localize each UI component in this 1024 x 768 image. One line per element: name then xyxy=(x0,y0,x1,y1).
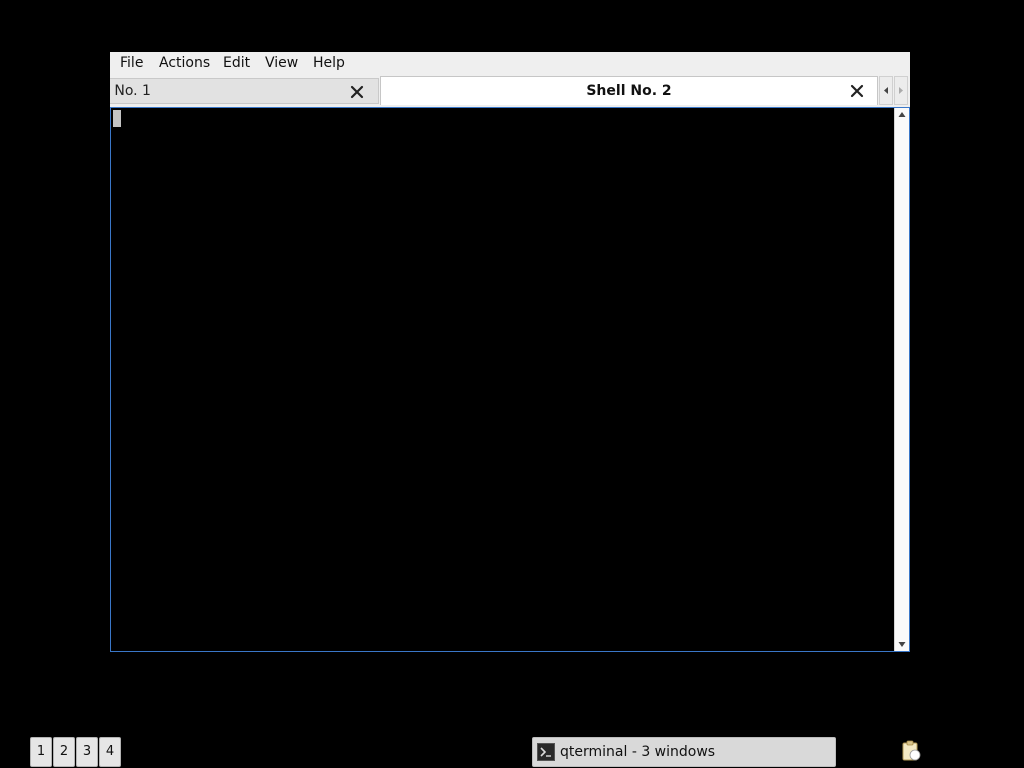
close-icon[interactable] xyxy=(850,84,864,98)
vertical-scrollbar[interactable] xyxy=(894,108,909,651)
desktop-4-button[interactable]: 4 xyxy=(99,737,121,767)
desktop-2-button[interactable]: 2 xyxy=(53,737,75,767)
tab-scroll-right-button[interactable] xyxy=(894,76,908,105)
taskbar-button-label: qterminal - 3 windows xyxy=(560,744,716,760)
terminal-icon xyxy=(537,743,555,761)
menu-edit[interactable]: Edit xyxy=(223,55,250,71)
tab-scroll-left-button[interactable] xyxy=(879,76,893,105)
tab-shell-1[interactable]: l No. 1 xyxy=(110,78,379,104)
desktop-background: File Actions Edit View Help l No. 1 Shel… xyxy=(0,0,1024,768)
text-cursor xyxy=(113,110,121,127)
close-icon[interactable] xyxy=(350,85,364,99)
menu-bar: File Actions Edit View Help xyxy=(110,52,910,74)
terminal-area[interactable] xyxy=(110,107,910,652)
arrow-down-icon[interactable] xyxy=(898,640,906,648)
menu-view[interactable]: View xyxy=(265,55,298,71)
chevron-right-icon xyxy=(899,87,903,94)
desktop-3-button[interactable]: 3 xyxy=(76,737,98,767)
tab-label: Shell No. 2 xyxy=(586,83,672,99)
clipboard-icon[interactable] xyxy=(901,740,921,762)
tab-bar: l No. 1 Shell No. 2 xyxy=(110,74,910,107)
tab-label: l No. 1 xyxy=(110,83,151,99)
terminal-window: File Actions Edit View Help l No. 1 Shel… xyxy=(110,52,910,652)
menu-actions[interactable]: Actions xyxy=(159,55,210,71)
desktop-1-button[interactable]: 1 xyxy=(30,737,52,767)
chevron-left-icon xyxy=(884,87,888,94)
arrow-up-icon[interactable] xyxy=(898,111,906,119)
bottom-panel: 1 2 3 4 qterminal - 3 windows xyxy=(0,734,1024,768)
taskbar-button-qterminal[interactable]: qterminal - 3 windows xyxy=(532,737,836,767)
menu-help[interactable]: Help xyxy=(313,55,345,71)
tab-shell-2[interactable]: Shell No. 2 xyxy=(380,76,878,105)
menu-file[interactable]: File xyxy=(120,55,143,71)
terminal-screen[interactable] xyxy=(111,108,894,651)
